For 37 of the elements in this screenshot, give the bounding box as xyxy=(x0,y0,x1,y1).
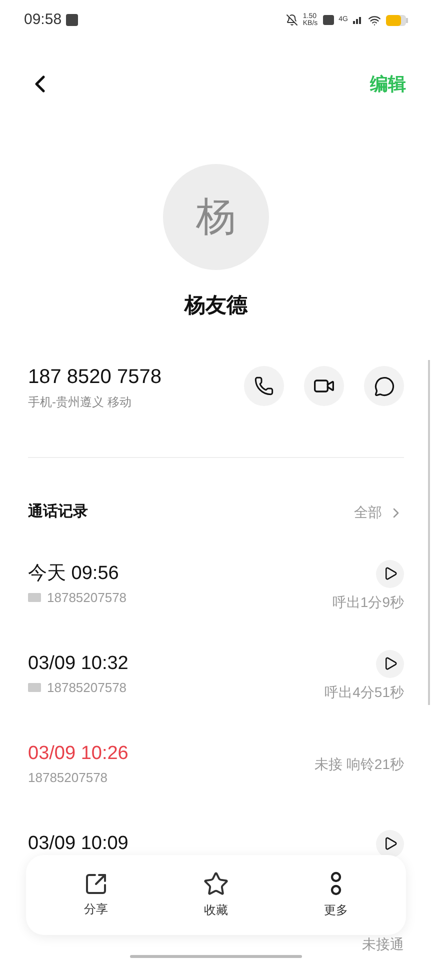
contact-name: 杨友德 xyxy=(184,293,248,319)
call-number: 18785207578 xyxy=(47,679,127,697)
more-icon xyxy=(330,871,342,897)
call-detail: 呼出1分9秒 xyxy=(332,592,404,612)
play-button[interactable] xyxy=(376,560,404,588)
call-number: 18785207578 xyxy=(47,589,127,607)
play-button[interactable] xyxy=(376,830,404,858)
signal-icon xyxy=(353,16,363,24)
mute-icon xyxy=(286,14,298,26)
play-button[interactable] xyxy=(376,650,404,678)
play-icon xyxy=(382,836,398,851)
call-detail: 呼出4分51秒 xyxy=(324,682,404,702)
star-icon xyxy=(203,871,229,897)
video-call-button[interactable] xyxy=(304,366,344,406)
play-icon xyxy=(382,656,398,671)
call-time: 03/09 10:32 xyxy=(28,652,128,676)
play-icon xyxy=(382,566,398,581)
phone-number: 187 8520 7578 xyxy=(28,364,162,390)
phone-icon xyxy=(254,376,274,396)
section-title: 通话记录 xyxy=(28,502,88,522)
wifi-icon xyxy=(368,14,381,26)
share-icon xyxy=(84,872,108,896)
call-time: 今天 09:56 xyxy=(28,562,120,586)
avatar: 杨 xyxy=(163,164,269,270)
phone-location: 手机-贵州遵义 移动 xyxy=(28,394,132,410)
status-time: 09:58 xyxy=(24,10,62,30)
battery-icon xyxy=(386,14,408,26)
action-button[interactable]: 更多 xyxy=(296,871,376,919)
message-button[interactable] xyxy=(364,366,404,406)
call-time: 03/09 10:09 xyxy=(28,832,128,856)
call-detail: 未接 响铃21秒 xyxy=(314,754,404,774)
call-time: 03/09 10:26 xyxy=(28,742,128,766)
call-number: 18785207578 xyxy=(28,769,108,787)
action-button[interactable]: 分享 xyxy=(56,872,136,918)
action-button[interactable]: 收藏 xyxy=(176,871,256,919)
call-button[interactable] xyxy=(244,366,284,406)
call-detail: 未接通 xyxy=(362,934,404,954)
